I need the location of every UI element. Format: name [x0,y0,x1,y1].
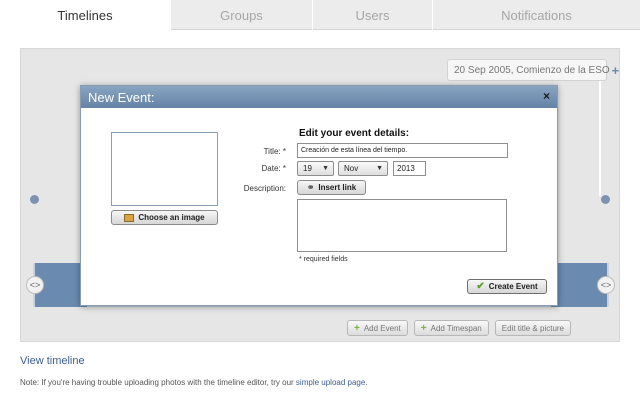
required-fields-note: * required fields [299,256,348,263]
day-value: 19 [303,164,312,173]
chevron-down-icon: ▼ [376,165,383,172]
editor-actions: + Add Event + Add Timespan Edit title & … [347,320,571,336]
create-event-label: Create Event [488,282,538,291]
event-callout[interactable]: 20 Sep 2005, Comienzo de la ESO + [447,59,619,81]
tab-notifications[interactable]: Notifications [432,0,640,30]
title-label: Title: * [226,147,286,156]
edit-title-button[interactable]: Edit title & picture [494,320,571,336]
tab-timelines[interactable]: Timelines [0,0,170,31]
title-label-text: Title: [263,147,281,156]
add-event-label: Add Event [363,323,401,333]
timeline-point-left[interactable] [30,195,39,204]
image-preview [111,132,218,206]
description-textarea[interactable] [297,199,507,252]
month-value: Nov [344,164,359,173]
form-heading: Edit your event details: [299,128,410,139]
checkmark-icon: ✔ [476,281,485,292]
choose-image-label: Choose an image [138,213,205,222]
note-suffix: . [365,378,368,387]
event-callout-text: 20 Sep 2005, Comienzo de la ESO [454,64,610,76]
picture-icon [124,213,135,222]
simple-upload-link[interactable]: simple upload page [296,378,365,387]
add-timespan-label: Add Timespan [430,323,482,333]
scroll-left-icon[interactable]: <> [26,276,44,294]
add-icon[interactable]: + [612,63,619,78]
insert-link-label: Insert link [318,183,357,192]
required-marker: * [282,164,286,173]
plus-icon: + [420,322,427,334]
create-event-button[interactable]: ✔ Create Event [467,279,547,294]
upload-note: Note: If you're having trouble uploading… [20,378,368,387]
description-label: Description: [243,184,286,193]
year-field[interactable]: 2013 [393,161,426,176]
choose-image-button[interactable]: Choose an image [111,210,218,225]
plus-icon: + [354,322,360,334]
add-event-button[interactable]: + Add Event [347,320,408,336]
add-timespan-button[interactable]: + Add Timespan [413,320,489,336]
link-icon: ⚭ [306,182,315,192]
month-select[interactable]: Nov ▼ [338,161,388,176]
date-label: Date: * [226,164,286,173]
note-text: Note: If you're having trouble uploading… [20,378,296,387]
title-field[interactable]: Creación de esta línea del tiempo. [297,143,508,158]
day-select[interactable]: 19 ▼ [297,161,334,176]
close-icon[interactable]: × [543,89,550,103]
tab-users[interactable]: Users [312,0,432,30]
edit-title-label: Edit title & picture [501,323,564,333]
dialog-title: New Event: [88,89,155,105]
dialog-header: New Event: × [81,86,557,108]
required-marker: * [282,147,286,156]
main-tabs: Timelines Groups Users Notifications [0,0,640,31]
scroll-right-icon[interactable]: <> [597,276,615,294]
timeline-point-right[interactable] [601,195,610,204]
view-timeline-link[interactable]: View timeline [20,355,85,367]
new-event-dialog: New Event: × Choose an image Edit your e… [80,85,558,306]
insert-link-button[interactable]: ⚭ Insert link [297,180,366,195]
date-label-text: Date: [261,164,281,173]
chevron-down-icon: ▼ [322,165,329,172]
tab-groups[interactable]: Groups [170,0,312,30]
callout-connector [599,81,601,196]
